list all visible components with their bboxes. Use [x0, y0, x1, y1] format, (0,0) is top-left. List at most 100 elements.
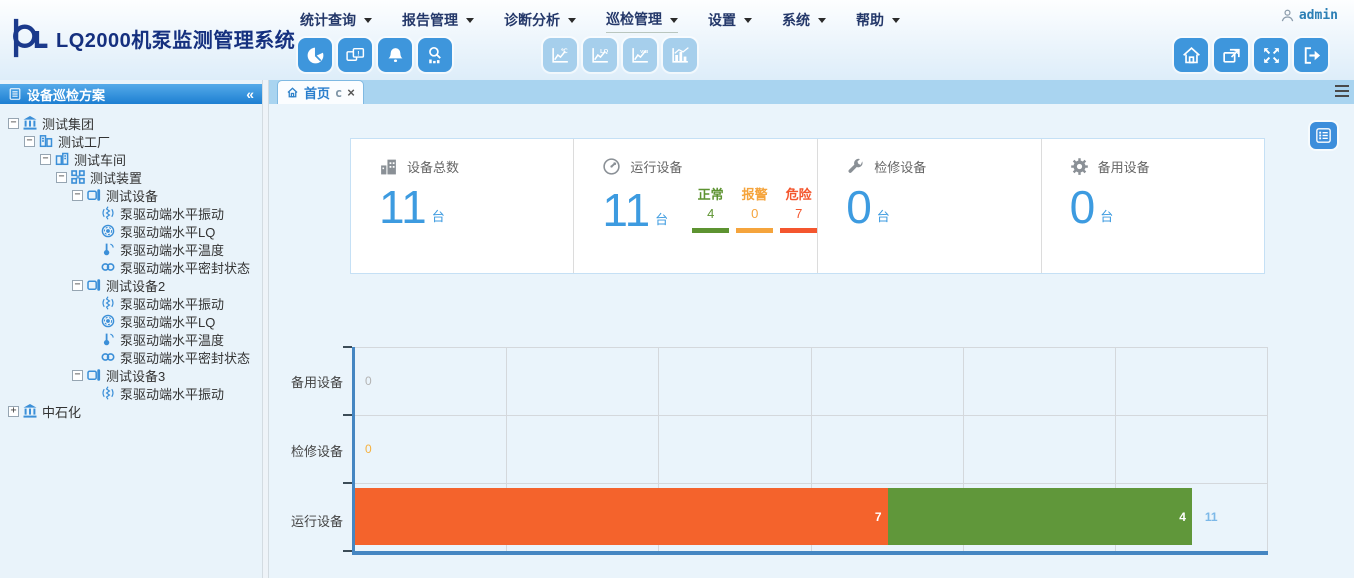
user-info[interactable]: admin [1280, 8, 1338, 23]
tree-node-label: 测试设备 [106, 186, 158, 205]
nav-item-6[interactable]: 帮助 [856, 9, 900, 33]
stat-card-value: 11 [379, 184, 427, 230]
tree-node[interactable]: 泵驱动端水平密封状态 [2, 348, 262, 366]
temp-trend-button[interactable]: ℃ [543, 38, 577, 72]
status-label: 报警 [736, 184, 773, 203]
chart-category-labels: 备用设备检修设备运行设备 [282, 347, 352, 555]
app-header: LQ2000机泵监测管理系统 统计查询报告管理诊断分析巡检管理设置系统帮助 ad… [0, 0, 1354, 80]
search-stats-button[interactable] [418, 38, 452, 72]
monitor-wall-icon: ! [345, 45, 366, 66]
seal-icon [101, 350, 115, 364]
stat-card-header: 运行设备 [602, 157, 817, 176]
tree-node[interactable]: −测试集团 [2, 114, 262, 132]
nav-item-4[interactable]: 设置 [708, 9, 752, 33]
nav-item-5[interactable]: 系统 [782, 9, 826, 33]
tab-home[interactable]: 首页 c × [277, 80, 364, 104]
tree-node[interactable]: 泵驱动端水平温度 [2, 240, 262, 258]
nav-item-0[interactable]: 统计查询 [300, 9, 372, 33]
stacked-bar: 74 [355, 488, 1268, 545]
nav-item-2[interactable]: 诊断分析 [504, 9, 576, 33]
home-button[interactable] [1174, 38, 1208, 72]
tree-node[interactable]: 泵驱动端水平振动 [2, 384, 262, 402]
status-报警: 报警0 [736, 184, 773, 233]
tree-node-label: 泵驱动端水平振动 [120, 204, 224, 223]
tree-node[interactable]: 泵驱动端水平LQ [2, 312, 262, 330]
lq-trend-button[interactable]: LQ [583, 38, 617, 72]
org-icon [23, 404, 37, 418]
tree-node[interactable]: −测试工厂 [2, 132, 262, 150]
nav-item-label: 设置 [708, 10, 736, 30]
tree-node[interactable]: 泵驱动端水平振动 [2, 294, 262, 312]
tree-node-label: 中石化 [42, 402, 81, 421]
temp-trend-icon: ℃ [550, 45, 571, 66]
toolbar-window [1174, 38, 1328, 72]
tree-node[interactable]: 泵驱动端水平密封状态 [2, 258, 262, 276]
axis-tick [343, 482, 352, 484]
status-underline [780, 228, 817, 233]
stat-card-value-row: 11台 [379, 184, 573, 230]
vib-trend-button[interactable]: VIB [623, 38, 657, 72]
tree-node[interactable]: − 测试车间 [2, 150, 262, 168]
tab-overflow-menu-icon[interactable] [1335, 85, 1349, 100]
device-status-chart: 备用设备检修设备运行设备 007411 [282, 347, 1268, 555]
status-count: 7 [780, 206, 817, 221]
collapse-node-icon[interactable]: − [56, 172, 67, 183]
tree-node[interactable]: −测试设备3 [2, 366, 262, 384]
collapse-node-icon[interactable]: − [24, 136, 35, 147]
monitor-wall-button[interactable]: ! [338, 38, 372, 72]
logout-icon [1301, 45, 1322, 66]
collapse-node-icon[interactable]: − [72, 190, 83, 201]
expand-node-icon[interactable]: + [8, 406, 19, 417]
alarm-bell-button[interactable] [378, 38, 412, 72]
axis-tick [343, 550, 352, 552]
collapse-node-icon[interactable]: − [72, 370, 83, 381]
app-window: LQ2000机泵监测管理系统 统计查询报告管理诊断分析巡检管理设置系统帮助 ad… [0, 0, 1354, 578]
device-icon [87, 368, 101, 382]
stat-card-unit: 台 [877, 206, 890, 225]
collapse-node-icon[interactable]: − [40, 154, 51, 165]
tree-node-label: 泵驱动端水平LQ [120, 222, 215, 241]
histogram-button[interactable] [663, 38, 697, 72]
pie-chart-button[interactable] [298, 38, 332, 72]
nav-item-label: 系统 [782, 10, 810, 30]
vibration-icon [101, 206, 115, 220]
tree-node[interactable]: − 测试设备 [2, 186, 262, 204]
chart-row-运行设备: 7411 [355, 483, 1268, 551]
list-view-toggle-button[interactable] [1310, 122, 1337, 149]
tree-node-label: 测试车间 [74, 150, 126, 169]
tree-node-label: 泵驱动端水平温度 [120, 240, 224, 259]
chart-plot-area: 007411 [352, 347, 1268, 555]
logout-button[interactable] [1294, 38, 1328, 72]
tree-node[interactable]: 泵驱动端水平振动 [2, 204, 262, 222]
stat-card-title: 检修设备 [874, 157, 926, 176]
chart-category-label: 运行设备 [282, 486, 352, 555]
unit-icon [71, 170, 85, 184]
tree-node[interactable]: + 中石化 [2, 402, 262, 420]
device-icon [87, 278, 101, 292]
tree-node[interactable]: 泵驱动端水平LQ [2, 222, 262, 240]
tab-bar: 首页 c × [269, 80, 1354, 104]
nav-item-label: 巡检管理 [606, 9, 662, 29]
fullscreen-button[interactable] [1254, 38, 1288, 72]
main-panel: 首页 c × 设备总数11台运行设备11台正常4报警0危险7检修设备0台备用设备… [269, 80, 1354, 578]
sidebar-collapse-icon[interactable]: « [246, 87, 254, 101]
tree-node[interactable]: −测试装置 [2, 168, 262, 186]
tree-node-label: 泵驱动端水平LQ [120, 312, 215, 331]
run-status-breakdown: 正常4报警0危险7 [692, 184, 817, 233]
alarm-bell-icon [385, 45, 406, 66]
chevron-down-icon [818, 18, 826, 23]
nav-item-label: 诊断分析 [504, 10, 560, 30]
nav-item-1[interactable]: 报告管理 [402, 9, 474, 33]
tab-refresh-icon[interactable]: c [335, 86, 342, 100]
status-label: 正常 [692, 184, 729, 203]
tree-node[interactable]: −测试设备2 [2, 276, 262, 294]
nav-item-3[interactable]: 巡检管理 [606, 9, 678, 33]
tab-close-icon[interactable]: × [347, 86, 355, 99]
nav-item-label: 帮助 [856, 10, 884, 30]
collapse-node-icon[interactable]: − [8, 118, 19, 129]
tree-node[interactable]: 泵驱动端水平温度 [2, 330, 262, 348]
sidebar-splitter[interactable] [262, 80, 269, 578]
collapse-node-icon[interactable]: − [72, 280, 83, 291]
new-window-button[interactable] [1214, 38, 1248, 72]
chart-row-备用设备: 0 [355, 347, 1268, 415]
